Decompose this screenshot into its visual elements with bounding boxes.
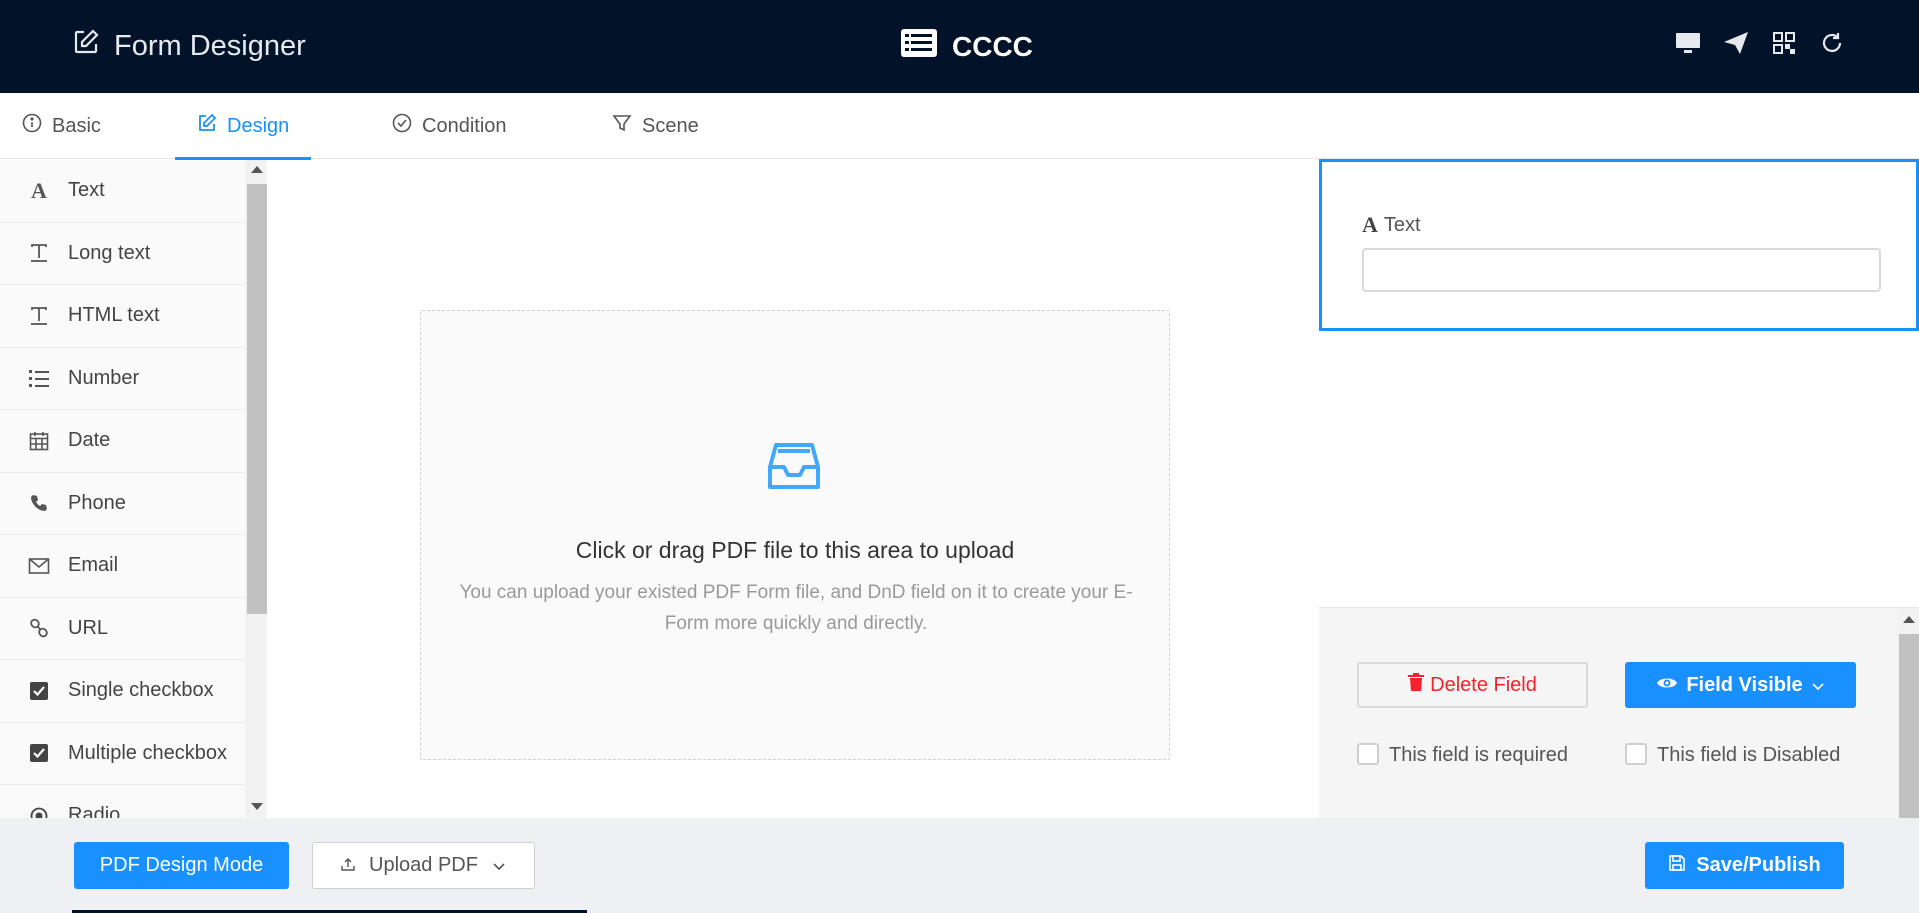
brand: Form Designer [72, 28, 306, 64]
mail-icon [28, 555, 50, 577]
reload-icon[interactable] [1819, 30, 1845, 56]
radio-icon [28, 805, 50, 818]
sidebar-scrollbar[interactable] [245, 160, 267, 818]
qrcode-icon[interactable] [1771, 30, 1797, 56]
field-item-date[interactable]: Date [0, 410, 245, 473]
filter-icon [612, 113, 632, 139]
required-checkbox[interactable]: This field is required [1357, 740, 1577, 771]
chevron-down-icon [1811, 674, 1825, 697]
checkbox-icon [28, 680, 50, 702]
field-item-radio[interactable]: Radio [0, 785, 245, 818]
tab-label: Scene [642, 114, 699, 137]
pdf-dropzone[interactable]: Click or drag PDF file to this area to u… [420, 310, 1170, 760]
field-item-single-checkbox[interactable]: Single checkbox [0, 660, 245, 723]
edit-icon [197, 113, 217, 139]
desktop-icon[interactable] [1675, 30, 1701, 56]
checkbox-box[interactable] [1625, 743, 1647, 765]
send-icon[interactable] [1723, 30, 1749, 56]
checkbox-icon [28, 742, 50, 764]
edit-icon [72, 28, 100, 64]
ordered-list-icon [28, 367, 50, 389]
text-icon [28, 305, 50, 327]
scrollbar-thumb[interactable] [247, 184, 267, 614]
calendar-icon [28, 430, 50, 452]
field-item-text[interactable]: A Text [0, 160, 245, 223]
dropzone-title: Click or drag PDF file to this area to u… [575, 537, 1015, 563]
disabled-checkbox[interactable]: This field is Disabled [1625, 740, 1845, 771]
inbox-icon [766, 439, 822, 500]
eye-icon [1656, 674, 1678, 697]
field-label: A Text [1362, 212, 1421, 237]
delete-field-button[interactable]: Delete Field [1357, 662, 1588, 708]
field-item-url[interactable]: URL [0, 597, 245, 660]
footer-toolbar: PDF Design Mode Upload PDF Save/Publish [0, 818, 1919, 913]
field-item-email[interactable]: Email [0, 535, 245, 598]
scroll-up-icon[interactable] [251, 166, 263, 173]
field-item-html-text[interactable]: HTML text [0, 285, 245, 348]
app-header: Form Designer CCCC [0, 0, 1919, 93]
scroll-up-icon[interactable] [1903, 616, 1915, 623]
tab-design[interactable]: Design [174, 93, 312, 160]
info-icon [22, 113, 42, 139]
tab-label: Condition [422, 114, 507, 137]
tab-scene[interactable]: Scene [612, 93, 699, 159]
field-item-phone[interactable]: Phone [0, 472, 245, 535]
font-icon: A [1362, 212, 1378, 237]
trash-icon [1408, 673, 1425, 697]
field-item-multiple-checkbox[interactable]: Multiple checkbox [0, 722, 245, 785]
scrollbar-thumb[interactable] [1899, 634, 1919, 819]
pdf-design-mode-button[interactable]: PDF Design Mode [74, 842, 289, 889]
header-actions [1675, 30, 1845, 56]
checkbox-box[interactable] [1357, 743, 1379, 765]
dropzone-hint: You can upload your existed PDF Form fil… [459, 582, 1133, 634]
properties-scrollbar[interactable] [1897, 608, 1919, 819]
design-canvas: Click or drag PDF file to this area to u… [268, 160, 1318, 818]
app-title: Form Designer [114, 29, 306, 62]
form-title: CCCC [900, 28, 1033, 65]
upload-icon [341, 854, 355, 877]
field-properties: Delete Field Field Visible This field is… [1319, 607, 1919, 819]
link-icon [28, 617, 50, 639]
field-visible-dropdown[interactable]: Field Visible [1625, 662, 1856, 708]
upload-pdf-button[interactable]: Upload PDF [312, 842, 535, 889]
form-list-icon [900, 28, 938, 65]
font-icon: A [31, 177, 47, 203]
phone-icon [28, 492, 50, 514]
save-publish-button[interactable]: Save/Publish [1645, 842, 1844, 889]
tab-label: Design [227, 114, 290, 137]
form-name: CCCC [952, 30, 1033, 62]
tab-basic[interactable]: Basic [22, 93, 101, 159]
tab-bar: Basic Design Condition Scene [0, 93, 1919, 160]
tab-condition[interactable]: Condition [392, 93, 507, 159]
text-field-preview[interactable] [1362, 248, 1881, 292]
check-circle-icon [392, 113, 412, 139]
field-list: A Text Long text HTML text Number Date P… [0, 160, 245, 818]
tab-label: Basic [52, 114, 101, 137]
field-item-number[interactable]: Number [0, 347, 245, 410]
field-preview[interactable]: A Text [1319, 159, 1919, 331]
text-icon [28, 242, 50, 264]
field-item-long-text[interactable]: Long text [0, 222, 245, 285]
chevron-down-icon [492, 854, 506, 877]
field-palette: A Text Long text HTML text Number Date P… [0, 160, 268, 818]
save-icon [1668, 854, 1686, 878]
scroll-down-icon[interactable] [251, 803, 263, 810]
